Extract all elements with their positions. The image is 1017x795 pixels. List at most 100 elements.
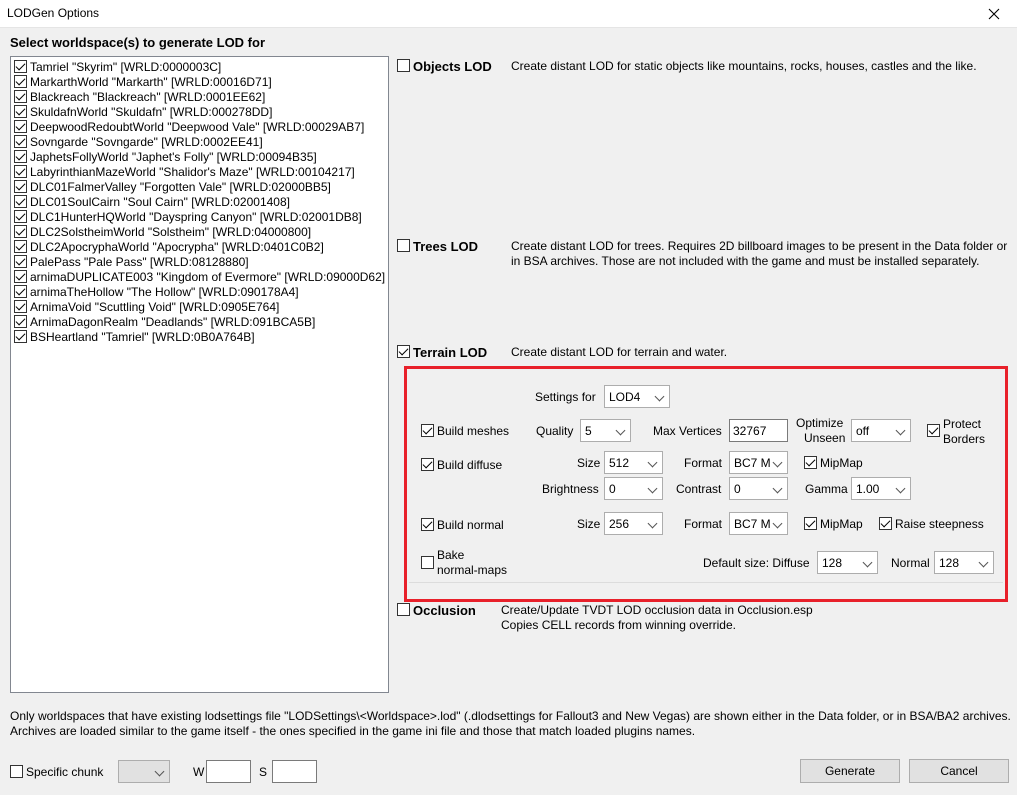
raise-steepness-checkbox[interactable]: Raise steepness [879,517,984,531]
w-input[interactable] [206,760,251,783]
build-normal-label: Build normal [437,518,504,532]
worldspace-checkbox[interactable] [14,165,27,178]
build-normal-check[interactable] [421,518,434,531]
bake-normal-maps-check[interactable] [421,556,434,569]
list-item[interactable]: BSHeartland "Tamriel" [WRLD:0B0A764B] [14,329,255,344]
objects-lod-checkbox[interactable]: Objects LOD [397,59,492,74]
worldspace-label: ArnimaDagonRealm "Deadlands" [WRLD:091BC… [30,314,316,329]
worldspace-checkbox[interactable] [14,330,27,343]
build-normal-checkbox[interactable]: Build normal [421,518,504,532]
specific-chunk-checkbox[interactable]: Specific chunk [10,765,103,779]
list-item[interactable]: PalePass "Pale Pass" [WRLD:08128880] [14,254,249,269]
quality-value: 5 [585,423,592,438]
s-input[interactable] [272,760,317,783]
diffuse-mipmap-check[interactable] [804,456,817,469]
diffuse-format-value: BC7 M [734,455,771,470]
close-button[interactable] [971,0,1017,28]
worldspace-checkbox[interactable] [14,180,27,193]
contrast-select[interactable]: 0 [729,477,788,500]
normal-size-select[interactable]: 256 [604,512,663,535]
objects-lod-label: Objects LOD [413,59,492,74]
default-normal-select[interactable]: 128 [934,551,994,574]
trees-lod-checkbox[interactable]: Trees LOD [397,239,478,254]
list-item[interactable]: DeepwoodRedoubtWorld "Deepwood Vale" [WR… [14,119,364,134]
worldspace-checkbox[interactable] [14,195,27,208]
worldspace-checkbox[interactable] [14,105,27,118]
objects-lod-check[interactable] [397,59,410,72]
normal-format-select[interactable]: BC7 M [729,512,788,535]
list-item[interactable]: DLC2ApocryphaWorld "Apocrypha" [WRLD:040… [14,239,324,254]
bake-normal-maps-label-1: Bake [437,548,465,562]
trees-lod-check[interactable] [397,239,410,252]
bake-normal-maps-checkbox[interactable]: Bake normal-maps [421,548,507,578]
list-item[interactable]: DLC2SolstheimWorld "Solstheim" [WRLD:040… [14,224,311,239]
worldspace-list[interactable]: Tamriel "Skyrim" [WRLD:0000003C] Markarth… [10,56,389,693]
worldspace-checkbox[interactable] [14,210,27,223]
diffuse-size-select[interactable]: 512 [604,451,663,474]
worldspace-checkbox[interactable] [14,285,27,298]
list-item[interactable]: ArnimaDagonRealm "Deadlands" [WRLD:091BC… [14,314,315,329]
build-meshes-check[interactable] [421,424,434,437]
protect-borders-label: Protect Borders [943,417,985,447]
build-meshes-checkbox[interactable]: Build meshes [421,424,509,438]
list-item[interactable]: arnimaTheHollow "The Hollow" [WRLD:09017… [14,284,299,299]
list-item[interactable]: SkuldafnWorld "Skuldafn" [WRLD:000278DD] [14,104,272,119]
protect-borders-check[interactable] [927,424,940,437]
worldspace-checkbox[interactable] [14,135,27,148]
diffuse-format-select[interactable]: BC7 M [729,451,788,474]
build-meshes-label: Build meshes [437,424,510,438]
gamma-select[interactable]: 1.00 [851,477,911,500]
build-diffuse-checkbox[interactable]: Build diffuse [421,458,502,472]
normal-mipmap-check[interactable] [804,517,817,530]
list-item[interactable]: DLC01SoulCairn "Soul Cairn" [WRLD:020014… [14,194,290,209]
worldspace-checkbox[interactable] [14,255,27,268]
specific-chunk-check[interactable] [10,765,23,778]
worldspace-checkbox[interactable] [14,90,27,103]
diffuse-mipmap-checkbox[interactable]: MipMap [804,456,863,470]
gamma-value: 1.00 [856,481,880,496]
worldspace-label: ArnimaVoid "Scuttling Void" [WRLD:0905E7… [30,299,280,314]
terrain-lod-label: Terrain LOD [413,345,488,360]
list-item[interactable]: MarkarthWorld "Markarth" [WRLD:00016D71] [14,74,272,89]
protect-borders-checkbox[interactable]: Protect Borders [927,417,985,447]
list-item[interactable]: Sovngarde "Sovngarde" [WRLD:0002EE41] [14,134,263,149]
worldspace-checkbox[interactable] [14,240,27,253]
worldspace-label: DLC01SoulCairn "Soul Cairn" [WRLD:020014… [30,194,290,209]
build-diffuse-check[interactable] [421,458,434,471]
worldspace-checkbox[interactable] [14,300,27,313]
worldspace-checkbox[interactable] [14,150,27,163]
brightness-select[interactable]: 0 [604,477,663,500]
list-item[interactable]: Tamriel "Skyrim" [WRLD:0000003C] [14,59,221,74]
terrain-lod-checkbox[interactable]: Terrain LOD [397,345,487,360]
s-label: S [259,765,268,779]
list-item[interactable]: DLC1HunterHQWorld "Dayspring Canyon" [WR… [14,209,362,224]
list-item[interactable]: JaphetsFollyWorld "Japhet's Folly" [WRLD… [14,149,317,164]
occlusion-check[interactable] [397,603,410,616]
default-size-diffuse-label: Default size: Diffuse [703,556,810,570]
list-item[interactable]: ArnimaVoid "Scuttling Void" [WRLD:0905E7… [14,299,279,314]
occlusion-checkbox[interactable]: Occlusion [397,603,476,618]
raise-steepness-check[interactable] [879,517,892,530]
max-vertices-label: Max Vertices [653,424,722,438]
worldspace-checkbox[interactable] [14,270,27,283]
worldspace-checkbox[interactable] [14,120,27,133]
worldspace-checkbox[interactable] [14,315,27,328]
settings-for-select[interactable]: LOD4 [604,385,670,408]
worldspace-checkbox[interactable] [14,225,27,238]
cancel-button[interactable]: Cancel [909,759,1009,783]
terrain-lod-check[interactable] [397,345,410,358]
list-item[interactable]: LabyrinthianMazeWorld "Shalidor's Maze" … [14,164,355,179]
quality-select[interactable]: 5 [580,419,631,442]
chunk-select[interactable] [118,760,170,783]
optimize-unseen-select[interactable]: off [851,419,911,442]
normal-mipmap-checkbox[interactable]: MipMap [804,517,863,531]
max-vertices-input[interactable]: 32767 [729,419,788,442]
worldspace-checkbox[interactable] [14,60,27,73]
contrast-label: Contrast [676,482,722,496]
default-diffuse-select[interactable]: 128 [817,551,878,574]
list-item[interactable]: DLC01FalmerValley "Forgotten Vale" [WRLD… [14,179,331,194]
list-item[interactable]: Blackreach "Blackreach" [WRLD:0001EE62] [14,89,265,104]
list-item[interactable]: arnimaDUPLICATE003 "Kingdom of Evermore"… [14,269,385,284]
worldspace-checkbox[interactable] [14,75,27,88]
generate-button[interactable]: Generate [800,759,900,783]
